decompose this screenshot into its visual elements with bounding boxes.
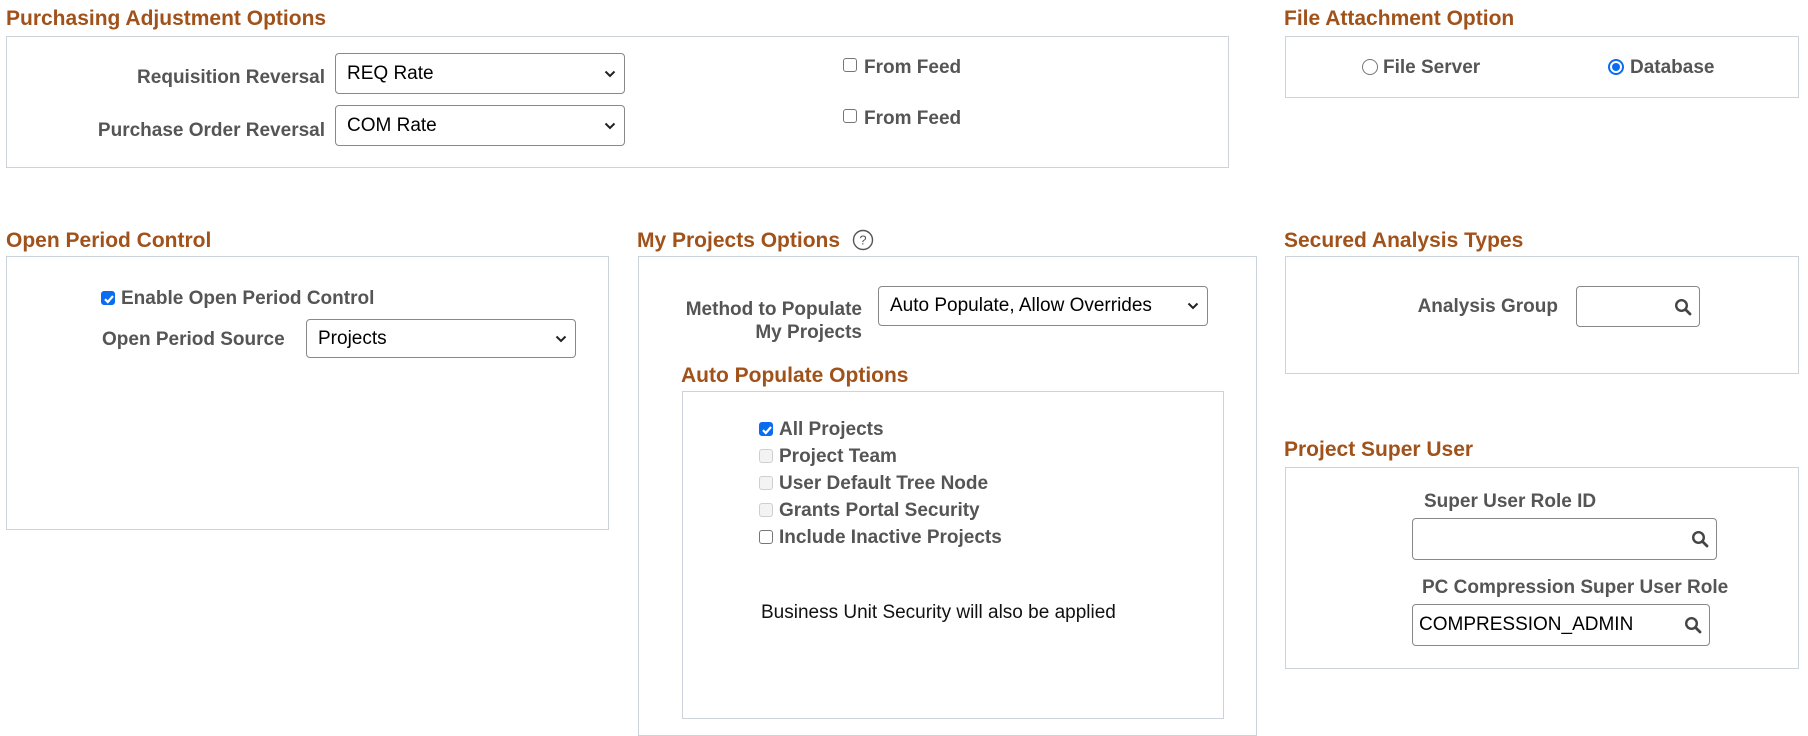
- file-server-radio[interactable]: [1362, 59, 1378, 75]
- open-period-source-label: Open Period Source: [102, 329, 285, 350]
- include-inactive-projects-label: Include Inactive Projects: [779, 527, 1002, 548]
- requisition-reversal-select[interactable]: REQ Rate: [335, 53, 625, 94]
- file-attachment-title: File Attachment Option: [1284, 7, 1515, 30]
- method-label-line1: Method to Populate: [685, 299, 862, 320]
- super-user-role-id-input[interactable]: [1412, 518, 1717, 560]
- po-reversal-label: Purchase Order Reversal: [97, 120, 325, 141]
- method-to-populate-value: Auto Populate, Allow Overrides: [890, 295, 1152, 316]
- search-icon[interactable]: [1684, 530, 1716, 548]
- method-to-populate-label: Method to Populate My Projects: [686, 298, 862, 344]
- user-default-tree-node-label: User Default Tree Node: [779, 473, 989, 494]
- po-from-feed-label: From Feed: [864, 108, 962, 129]
- method-to-populate-select[interactable]: Auto Populate, Allow Overrides: [878, 286, 1208, 326]
- open-period-source-select[interactable]: Projects: [306, 319, 576, 358]
- chevron-down-icon: [596, 54, 624, 93]
- open-period-panel: Enable Open Period Control Open Period S…: [6, 256, 609, 530]
- enable-open-period-checkbox[interactable]: [101, 291, 115, 305]
- my-projects-panel: Method to Populate My Projects Auto Popu…: [638, 256, 1257, 736]
- requisition-from-feed-checkbox[interactable]: [843, 58, 857, 72]
- analysis-group-input[interactable]: [1576, 286, 1700, 327]
- method-label-line2: My Projects: [755, 322, 862, 343]
- secured-analysis-title: Secured Analysis Types: [1284, 229, 1524, 252]
- requisition-reversal-label: Requisition Reversal: [137, 67, 325, 88]
- open-period-source-value: Projects: [318, 327, 387, 349]
- svg-text:?: ?: [859, 233, 866, 248]
- file-attachment-panel: File Server Database: [1285, 36, 1799, 98]
- project-super-user-title: Project Super User: [1284, 438, 1474, 461]
- chevron-down-icon: [596, 106, 624, 145]
- database-label: Database: [1630, 57, 1715, 78]
- grants-portal-security-checkbox[interactable]: [759, 503, 773, 517]
- chevron-down-icon: [1179, 287, 1207, 325]
- open-period-title: Open Period Control: [6, 229, 212, 252]
- auto-populate-title: Auto Populate Options: [681, 364, 909, 387]
- pc-compression-input[interactable]: COMPRESSION_ADMIN: [1412, 604, 1710, 646]
- super-user-role-id-label: Super User Role ID: [1424, 491, 1597, 512]
- my-projects-title: My Projects Options: [637, 229, 841, 252]
- checkmark-icon: [762, 426, 772, 435]
- analysis-group-label: Analysis Group: [1417, 296, 1558, 317]
- project-team-checkbox[interactable]: [759, 449, 773, 463]
- file-server-label: File Server: [1383, 57, 1481, 78]
- checkmark-icon: [104, 295, 114, 304]
- database-radio[interactable]: [1608, 59, 1624, 75]
- include-inactive-projects-checkbox[interactable]: [759, 530, 773, 544]
- po-from-feed-checkbox[interactable]: [843, 109, 857, 123]
- requisition-from-feed-label: From Feed: [864, 57, 962, 78]
- project-super-user-panel: Super User Role ID PC Compression Super …: [1285, 467, 1799, 669]
- enable-open-period-label: Enable Open Period Control: [121, 288, 375, 309]
- purchasing-adjustment-title: Purchasing Adjustment Options: [6, 7, 327, 30]
- pc-compression-label: PC Compression Super User Role: [1422, 577, 1729, 598]
- all-projects-label: All Projects: [779, 419, 884, 440]
- question-circle-icon[interactable]: ?: [852, 229, 874, 251]
- auto-populate-panel: All Projects Project Team User Default T…: [682, 391, 1224, 719]
- po-reversal-value: COM Rate: [347, 114, 437, 136]
- user-default-tree-node-checkbox[interactable]: [759, 476, 773, 490]
- requisition-reversal-value: REQ Rate: [347, 62, 434, 84]
- search-icon[interactable]: [1667, 298, 1699, 316]
- purchasing-adjustment-panel: Requisition Reversal REQ Rate Purchase O…: [6, 36, 1229, 168]
- grants-portal-security-label: Grants Portal Security: [779, 500, 980, 521]
- secured-analysis-panel: Analysis Group: [1285, 256, 1799, 374]
- chevron-down-icon: [547, 320, 575, 357]
- all-projects-checkbox[interactable]: [759, 422, 773, 436]
- search-icon[interactable]: [1677, 616, 1709, 634]
- business-unit-security-note: Business Unit Security will also be appl…: [761, 602, 1116, 623]
- po-reversal-select[interactable]: COM Rate: [335, 105, 625, 146]
- pc-compression-value: COMPRESSION_ADMIN: [1419, 614, 1634, 635]
- project-team-label: Project Team: [779, 446, 897, 467]
